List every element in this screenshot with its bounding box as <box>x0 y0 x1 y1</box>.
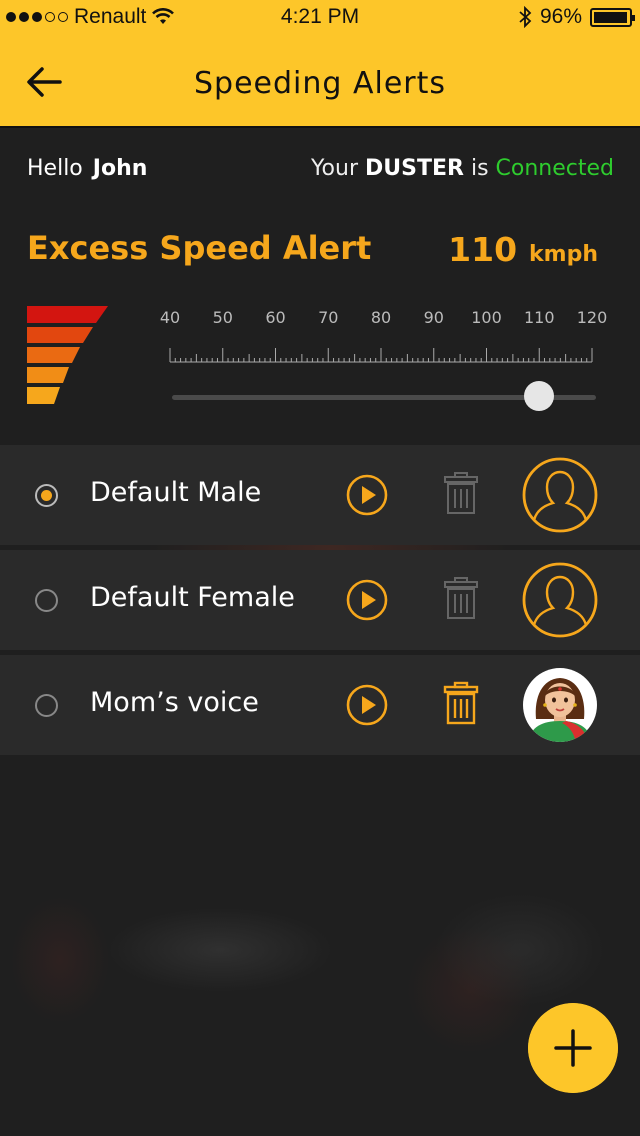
page-title: Speeding Alerts <box>193 66 446 101</box>
trash-icon-disabled <box>444 577 478 619</box>
male-avatar-icon <box>522 457 598 533</box>
alert-title: Excess Speed Alert <box>27 229 372 267</box>
connection-mid: is <box>470 156 489 181</box>
trash-icon-disabled <box>444 472 478 514</box>
speed-number: 110 <box>448 230 518 269</box>
voice-item-default-female[interactable]: Default Female <box>0 550 640 650</box>
speed-scale-ticks <box>169 348 593 363</box>
voice-name: Mom’s voice <box>90 687 259 718</box>
voice-name: Default Male <box>90 477 262 508</box>
greeting-hello: Hello <box>27 156 83 181</box>
add-voice-button[interactable] <box>528 1003 618 1093</box>
speed-scale: 40 50 60 70 80 90 100 110 120 <box>160 308 610 368</box>
trash-icon[interactable] <box>443 681 479 725</box>
woman-portrait-icon <box>523 668 597 742</box>
app-header: Renault 4:21 PM 96% Speeding Alerts <box>0 0 640 128</box>
voice-item-default-male[interactable]: Default Male <box>0 445 640 545</box>
battery-icon <box>590 7 635 27</box>
voice-radio-moms-voice[interactable] <box>35 694 58 717</box>
connection-state: Connected <box>495 156 614 181</box>
female-avatar-icon <box>522 562 598 638</box>
status-bar: Renault 4:21 PM 96% <box>0 0 640 34</box>
voice-name: Default Female <box>90 582 295 613</box>
greeting: Hello John <box>27 156 147 181</box>
play-icon[interactable] <box>346 474 388 516</box>
play-icon[interactable] <box>346 684 388 726</box>
connection-status: Your DUSTER is Connected <box>311 156 614 181</box>
voice-radio-default-female[interactable] <box>35 589 58 612</box>
speed-level-gauge-icon <box>27 306 108 404</box>
bluetooth-icon <box>519 6 532 28</box>
voice-radio-default-male[interactable] <box>35 484 58 507</box>
connection-prefix: Your <box>311 156 358 181</box>
speed-unit: kmph <box>529 242 598 267</box>
car-name: DUSTER <box>365 156 464 181</box>
play-icon[interactable] <box>346 579 388 621</box>
battery-percent: 96% <box>539 5 582 28</box>
user-name: John <box>92 156 148 181</box>
voice-item-moms-voice[interactable]: Mom’s voice <box>0 655 640 755</box>
alert-speed-value: 110 kmph <box>448 230 598 269</box>
